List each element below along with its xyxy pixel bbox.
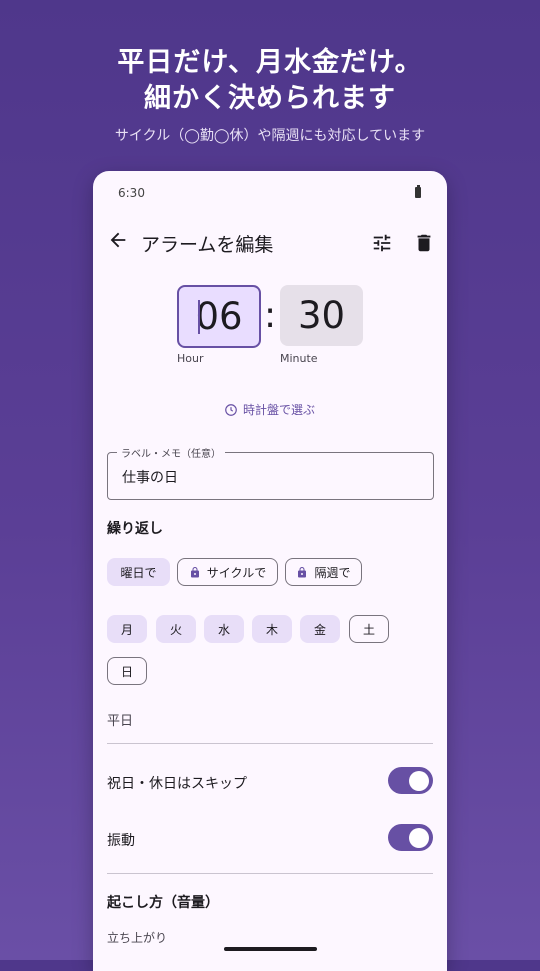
mode-chip-label: 隔週で [314,565,351,580]
day-chip-thu[interactable]: 木 [252,615,292,643]
label-memo-caption: ラベル・メモ（任意） [117,445,225,460]
repeat-summary: 平日 [107,714,134,729]
hour-value: 06 [195,295,243,338]
day-chip-mon[interactable]: 月 [107,615,147,643]
label-memo-field[interactable]: ラベル・メモ（任意） 仕事の日 [107,445,434,500]
day-chip-label: 日 [120,664,133,679]
phone-screen: 6:30 アラームを編集 06 : 30 Hour Minute 時計盤で選ぶ … [93,171,447,971]
time-separator: : [264,295,277,336]
day-chip-sat[interactable]: 土 [349,615,389,643]
repeat-heading: 繰り返し [107,521,163,537]
lock-icon [190,566,199,577]
divider [107,873,433,874]
text-caret [198,300,200,334]
hour-label: Hour [177,352,204,365]
rise-label: 立ち上がり [107,931,168,945]
day-chip-label: 水 [217,622,230,637]
gesture-nav-handle[interactable] [224,947,317,951]
day-chip-fri[interactable]: 金 [300,615,340,643]
hour-input[interactable]: 06 [177,285,261,348]
day-chip-label: 土 [362,622,375,637]
mode-chip-label: サイクルで [206,565,267,580]
back-arrow-icon[interactable] [107,229,129,251]
day-chip-tue[interactable]: 火 [156,615,196,643]
mode-chip-weekday[interactable]: 曜日で [107,558,170,586]
battery-icon [415,185,421,198]
day-chip-label: 金 [313,622,326,637]
delete-icon[interactable] [413,232,435,254]
clock-icon [225,403,237,416]
holiday-skip-label: 祝日・休日はスキップ [107,776,247,792]
day-chip-label: 火 [169,622,182,637]
wake-heading: 起こし方（音量） [107,895,219,911]
minute-label: Minute [280,352,318,365]
status-time: 6:30 [118,186,145,200]
clock-dial-button[interactable]: 時計盤で選ぶ [224,401,315,418]
switch-thumb [409,827,429,848]
day-chip-wed[interactable]: 水 [204,615,244,643]
switch-thumb [409,770,429,791]
promo-headline-line1: 平日だけ、月水金だけ。 [117,47,423,78]
minute-value: 30 [297,294,346,337]
lock-icon [298,566,307,577]
holiday-skip-switch[interactable] [388,767,433,794]
promo-headline-line2: 細かく決められます [144,83,396,114]
vibration-switch[interactable] [388,824,433,851]
day-chip-label: 月 [120,622,133,637]
minute-input[interactable]: 30 [280,285,363,346]
vibration-label: 振動 [107,833,135,849]
mode-chip-biweekly[interactable]: 隔週で [285,558,362,586]
page-title: アラームを編集 [141,234,274,256]
day-chip-sun[interactable]: 日 [107,657,147,685]
mode-chip-label: 曜日で [120,565,157,580]
clock-dial-label: 時計盤で選ぶ [243,403,316,417]
divider [107,743,433,744]
label-memo-value: 仕事の日 [122,470,178,486]
tune-icon[interactable] [371,232,393,254]
day-chip-label: 木 [265,622,278,637]
mode-chip-cycle[interactable]: サイクルで [177,558,278,586]
promo-subline: サイクル（◯勤◯休）や隔週にも対応しています [114,128,426,144]
